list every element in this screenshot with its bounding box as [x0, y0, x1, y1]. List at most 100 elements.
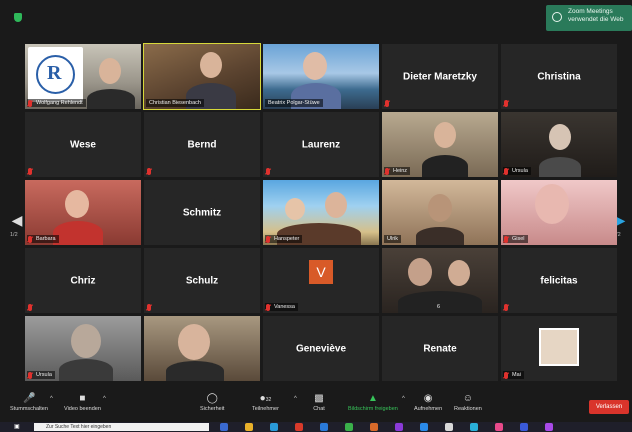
participants-button[interactable]: ●32 Teilnehmer [252, 393, 279, 413]
participant-tile[interactable] [144, 316, 260, 381]
chevron-up-icon[interactable]: ^ [402, 396, 405, 402]
participant-name: Christian Biesenbach [146, 99, 204, 107]
participant-name: Dieter Maretzky [403, 71, 477, 82]
chevron-up-icon[interactable]: ^ [103, 396, 106, 402]
participant-name: Wese [70, 139, 96, 150]
shield-icon[interactable] [14, 13, 22, 22]
app-icon[interactable] [495, 423, 503, 431]
participant-tile[interactable]: Schulz [144, 248, 260, 313]
task-view-icon[interactable] [220, 423, 228, 431]
participant-name: Ulrik [384, 235, 401, 243]
participant-name: Wolfgang Rehlendt [27, 99, 86, 107]
muted-mic-icon [28, 100, 32, 107]
participant-name: Geneviève [295, 343, 347, 354]
app-icon[interactable] [470, 423, 478, 431]
muted-mic-icon [266, 168, 270, 175]
previous-page-arrow[interactable]: ◀ [10, 205, 24, 235]
app-icon[interactable] [345, 423, 353, 431]
share-screen-button[interactable]: ▲ Bildschirm freigeben [348, 393, 398, 413]
participant-tile[interactable]: Schmitz [144, 180, 260, 245]
notification-line2: verwendet die Web [568, 16, 624, 23]
page-indicator-left: 1/2 [10, 232, 18, 238]
participant-tile[interactable]: R Wolfgang Rehlendt [25, 44, 141, 109]
participant-tile[interactable]: Chriz [25, 248, 141, 313]
chevron-up-icon[interactable]: ^ [50, 396, 53, 402]
participant-tile[interactable]: Heinz [382, 112, 498, 177]
app-icon[interactable] [445, 423, 453, 431]
chat-button[interactable]: ▩ Chat [313, 393, 325, 413]
zoom-taskbar-icon[interactable] [420, 423, 428, 431]
reactions-button[interactable]: ☺ Reaktionen [454, 393, 482, 413]
organization-logo: R [28, 47, 83, 102]
mute-button[interactable]: 🎤 Stummschalten [10, 394, 48, 413]
share-screen-icon: ▲ [367, 393, 378, 404]
participant-name: Schmitz [182, 207, 222, 218]
store-icon[interactable] [270, 423, 278, 431]
participant-name: Chriz [70, 275, 96, 286]
app-icon[interactable] [545, 423, 553, 431]
muted-mic-icon [28, 372, 32, 379]
chat-icon: ▩ [314, 393, 324, 404]
muted-mic-icon [266, 236, 270, 243]
muted-mic-icon [28, 236, 32, 243]
participant-tile[interactable]: Ulrik [382, 180, 498, 245]
muted-mic-icon [147, 168, 151, 175]
notification-toast[interactable]: Zoom Meetings verwendet die Web [546, 5, 632, 31]
participant-name: Christina [537, 71, 581, 82]
app-icon[interactable] [320, 423, 328, 431]
shield-icon: ◯ [206, 393, 218, 404]
participant-name: Bernd [187, 139, 217, 150]
participant-tile[interactable]: Gisel [501, 180, 617, 245]
taskbar-search-input[interactable]: Zur Suche Text hier eingeben [34, 423, 209, 431]
muted-mic-icon [504, 372, 508, 379]
participant-name: Laurenz [301, 139, 341, 150]
app-icon[interactable] [395, 423, 403, 431]
leave-button[interactable]: Verlassen [589, 400, 629, 414]
participant-tile[interactable]: V Vanessa [263, 248, 379, 313]
muted-mic-icon [385, 100, 389, 107]
participant-tile[interactable]: Geneviève [263, 316, 379, 381]
app-icon[interactable] [370, 423, 378, 431]
participant-tile[interactable]: Ursula [25, 316, 141, 381]
chevron-up-icon[interactable]: ^ [294, 396, 297, 402]
muted-mic-icon [504, 304, 508, 311]
participant-tile[interactable]: Mai [501, 316, 617, 381]
muted-mic-icon [266, 304, 270, 311]
participant-tile[interactable]: Barbara [25, 180, 141, 245]
participant-tile[interactable]: Hanspeter [263, 180, 379, 245]
participant-tile[interactable]: Bernd [144, 112, 260, 177]
participant-tile[interactable]: Wese [25, 112, 141, 177]
record-button[interactable]: ◉ Aufnehmen [414, 394, 442, 413]
stop-video-button[interactable]: ■ Video beenden [64, 393, 101, 413]
participant-name: Schulz [185, 275, 219, 286]
file-explorer-icon[interactable] [245, 423, 253, 431]
participant-tile[interactable]: Beatrix Polgar-Stüwe [263, 44, 379, 109]
participant-tile[interactable]: Laurenz [263, 112, 379, 177]
app-icon[interactable] [295, 423, 303, 431]
app-icon[interactable] [520, 423, 528, 431]
participant-tile[interactable]: 6 [382, 248, 498, 313]
security-button[interactable]: ◯ Sicherheit [200, 393, 224, 413]
muted-mic-icon [28, 168, 32, 175]
gallery-grid: R Wolfgang Rehlendt Christian Biesenbach… [25, 43, 617, 384]
smiley-icon: ☺ [462, 393, 474, 404]
participant-tile[interactable]: Christina [501, 44, 617, 109]
windows-start-icon[interactable]: ▣ [14, 424, 20, 430]
video-camera-icon: ■ [79, 393, 86, 404]
participants-icon: ●32 [259, 393, 272, 404]
top-bar: Zoom Meetings verwendet die Web [0, 0, 632, 34]
participant-name: felicitas [540, 275, 578, 286]
participant-tile[interactable]: Ursula [501, 112, 617, 177]
avatar: V [309, 260, 333, 284]
participant-tile[interactable]: felicitas [501, 248, 617, 313]
info-icon [552, 12, 562, 22]
muted-mic-icon [504, 168, 508, 175]
participant-tile[interactable]: Renate [382, 316, 498, 381]
windows-taskbar: ▣ Zur Suche Text hier eingeben [0, 422, 632, 432]
profile-picture [539, 328, 579, 366]
meeting-toolbar: 🎤 Stummschalten ^ ■ Video beenden ^ ◯ Si… [0, 392, 632, 422]
participant-tile[interactable]: Dieter Maretzky [382, 44, 498, 109]
muted-mic-icon [504, 236, 508, 243]
participant-tile-active-speaker[interactable]: Christian Biesenbach [143, 43, 261, 110]
participant-name: 6 [437, 304, 441, 310]
